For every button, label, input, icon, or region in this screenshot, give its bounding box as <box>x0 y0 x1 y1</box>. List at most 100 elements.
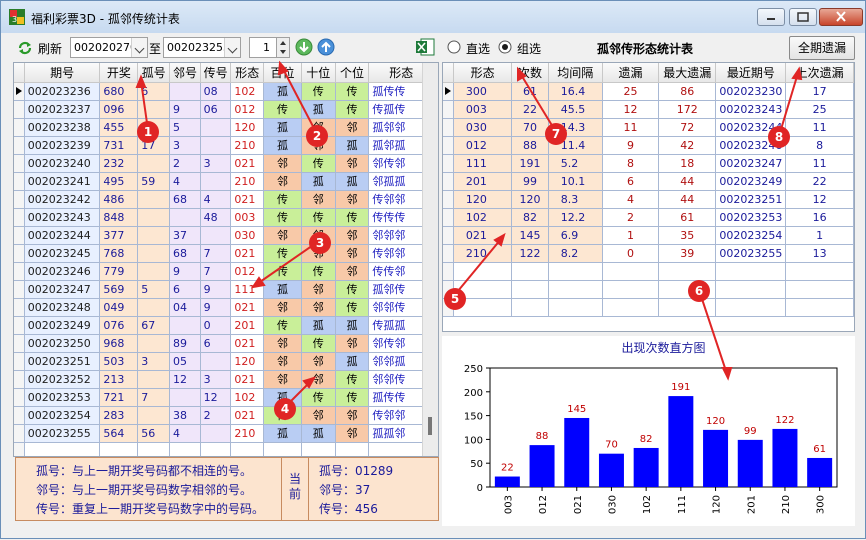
col-header-missing[interactable]: 遗漏 <box>602 63 660 83</box>
close-button[interactable] <box>819 8 863 26</box>
table-row[interactable]: 002023243 848 48 003 传传传传传传 <box>14 208 434 227</box>
refresh-button[interactable]: 刷新 <box>13 36 65 58</box>
col-header-lin[interactable]: 邻号 <box>169 63 201 83</box>
pattern-cell: 003 <box>453 100 513 119</box>
table-row[interactable]: 210 122 8.2 0 39 002023255 13 <box>443 244 854 263</box>
pattern-cell: 012 <box>453 136 513 155</box>
col-header-units[interactable]: 个位 <box>335 63 370 83</box>
col-header-draw[interactable]: 开奖 <box>99 63 139 83</box>
table-row[interactable]: 030 70 14.3 11 72 002023244 11 <box>443 118 854 137</box>
issue-cell: 002023243 <box>24 208 101 227</box>
table-row[interactable]: 002023237 096 9 06 012 传孤传传孤传 <box>14 100 434 119</box>
table-row[interactable]: 002023248 049 04 9 021 邻邻传邻邻传 <box>14 298 434 317</box>
col-header-latest-issue[interactable]: 最近期号 <box>715 63 787 83</box>
period-spin-input[interactable]: 1 <box>249 37 277 58</box>
row-selector[interactable] <box>14 190 25 209</box>
table-row[interactable]: 201 99 10.1 6 44 002023249 22 <box>443 172 854 191</box>
hundreds-cell: 传 <box>263 244 302 263</box>
row-selector[interactable] <box>14 388 25 407</box>
table-row[interactable]: 002023249 076 67 0 201 传孤孤传孤孤 <box>14 316 434 335</box>
row-selector[interactable] <box>14 316 25 335</box>
row-selector[interactable] <box>14 352 25 371</box>
table-row[interactable]: 00202324437737030邻邻邻邻邻邻 <box>14 226 434 245</box>
row-selector[interactable] <box>443 154 454 173</box>
row-selector[interactable] <box>443 118 454 137</box>
table-row[interactable]: 00202323845545120孤邻邻孤邻邻 <box>14 118 434 137</box>
latest-issue-cell: 002023243 <box>715 100 787 119</box>
row-selector[interactable] <box>14 118 25 137</box>
table-row[interactable]: 002023250 968 89 6 021 邻传邻邻传邻 <box>14 334 434 353</box>
row-selector[interactable] <box>443 136 454 155</box>
row-selector[interactable] <box>14 262 25 281</box>
row-selector[interactable] <box>14 334 25 353</box>
col-header-tens[interactable]: 十位 <box>301 63 336 83</box>
row-selector[interactable] <box>443 226 454 245</box>
next-down-button[interactable] <box>295 38 313 56</box>
table-row[interactable]: 002023253721712102孤传传孤传传 <box>14 388 434 407</box>
row-selector[interactable] <box>14 82 25 101</box>
table-row[interactable]: 012 88 11.4 9 42 002023246 8 <box>443 136 854 155</box>
gu-definition: 孤号：与上一期开奖号码都不相连的号。 <box>36 464 253 478</box>
row-selector[interactable] <box>14 370 25 389</box>
all-missing-button[interactable]: 全期遗漏 <box>789 36 855 60</box>
col-header-gu[interactable]: 孤号 <box>137 63 170 83</box>
row-selector[interactable] <box>14 154 25 173</box>
col-header-pattern[interactable]: 形态 <box>453 63 513 83</box>
col-header-last-missing[interactable]: 上次遗漏 <box>785 63 854 83</box>
row-selector[interactable] <box>14 280 25 299</box>
row-selector[interactable] <box>443 244 454 263</box>
row-selector[interactable] <box>443 208 454 227</box>
group-radio[interactable] <box>497 39 513 55</box>
col-header-max-missing[interactable]: 最大遗漏 <box>658 63 717 83</box>
col-header-avg-interval[interactable]: 均间隔 <box>548 63 603 83</box>
row-selector[interactable] <box>443 82 454 101</box>
table-row[interactable]: 002023252 213 12 3 021 邻邻传邻邻传 <box>14 370 434 389</box>
draw-cell: 076 <box>99 316 139 335</box>
period-spin-buttons[interactable] <box>276 37 290 58</box>
table-row[interactable]: 102 82 12.2 2 61 002023253 16 <box>443 208 854 227</box>
row-selector[interactable] <box>14 298 25 317</box>
row-selector[interactable] <box>443 190 454 209</box>
col-header-pattern[interactable]: 形态 <box>230 63 265 83</box>
table-row[interactable]: 120 120 8.3 4 44 002023251 12 <box>443 190 854 209</box>
excel-export-icon[interactable] <box>415 37 435 57</box>
maximize-button[interactable] <box>789 8 817 26</box>
row-selector[interactable] <box>443 100 454 119</box>
col-header-count[interactable]: 次数 <box>511 63 549 83</box>
row-selector[interactable] <box>443 172 454 191</box>
table-row[interactable]: 111 191 5.2 8 18 002023247 11 <box>443 154 854 173</box>
table-row[interactable]: 002023240 232 2 3 021 邻传邻邻传邻 <box>14 154 434 173</box>
scrollbar-thumb[interactable] <box>428 417 432 435</box>
to-issue-select[interactable]: 002023255 <box>163 37 241 58</box>
table-row[interactable]: 002023241 495 59 4 210 邻孤孤邻孤孤 <box>14 172 434 191</box>
gu-cell: 5 <box>137 280 170 299</box>
col-header-issue[interactable]: 期号 <box>24 63 101 83</box>
table-row[interactable]: 002023255 564 56 4 210 孤孤邻孤孤邻 <box>14 424 434 443</box>
prev-up-button[interactable] <box>317 38 335 56</box>
table-row[interactable]: 002023236 680 6 08 102 孤传传孤传传 <box>14 82 434 101</box>
minimize-button[interactable] <box>757 8 785 26</box>
from-issue-select[interactable]: 002020270 <box>70 37 148 58</box>
col-header-chuan[interactable]: 传号 <box>200 63 232 83</box>
row-selector[interactable] <box>14 136 25 155</box>
table-row[interactable]: 002023247 569 5 6 9 111 孤邻传孤邻传 <box>14 280 434 299</box>
table-row[interactable]: 002023246 779 9 7 012 传传邻传传邻 <box>14 262 434 281</box>
vertical-scrollbar[interactable] <box>422 63 438 456</box>
table-row[interactable]: 002023251 503 3 05 120 邻邻孤邻邻孤 <box>14 352 434 371</box>
row-selector[interactable] <box>14 244 25 263</box>
row-selector[interactable] <box>14 100 25 119</box>
table-row[interactable]: 002023254283382021传邻邻传邻邻 <box>14 406 434 425</box>
row-selector[interactable] <box>14 406 25 425</box>
direct-radio[interactable] <box>446 39 462 55</box>
table-row[interactable]: 003 22 45.5 12 172 002023243 25 <box>443 100 854 119</box>
table-row[interactable]: 021 145 6.9 1 35 002023254 1 <box>443 226 854 245</box>
row-selector[interactable] <box>14 208 25 227</box>
table-row[interactable]: 002023242 486 68 4 021 传邻邻传邻邻 <box>14 190 434 209</box>
row-selector[interactable] <box>14 226 25 245</box>
row-selector[interactable] <box>14 172 25 191</box>
col-header-hundreds[interactable]: 百位 <box>263 63 302 83</box>
row-selector[interactable] <box>14 424 25 443</box>
table-row[interactable]: 002023245768687021传邻邻传邻邻 <box>14 244 434 263</box>
table-row[interactable]: 002023239731173210孤邻孤孤邻孤 <box>14 136 434 155</box>
table-row[interactable]: 300 61 16.4 25 86 002023230 17 <box>443 82 854 101</box>
